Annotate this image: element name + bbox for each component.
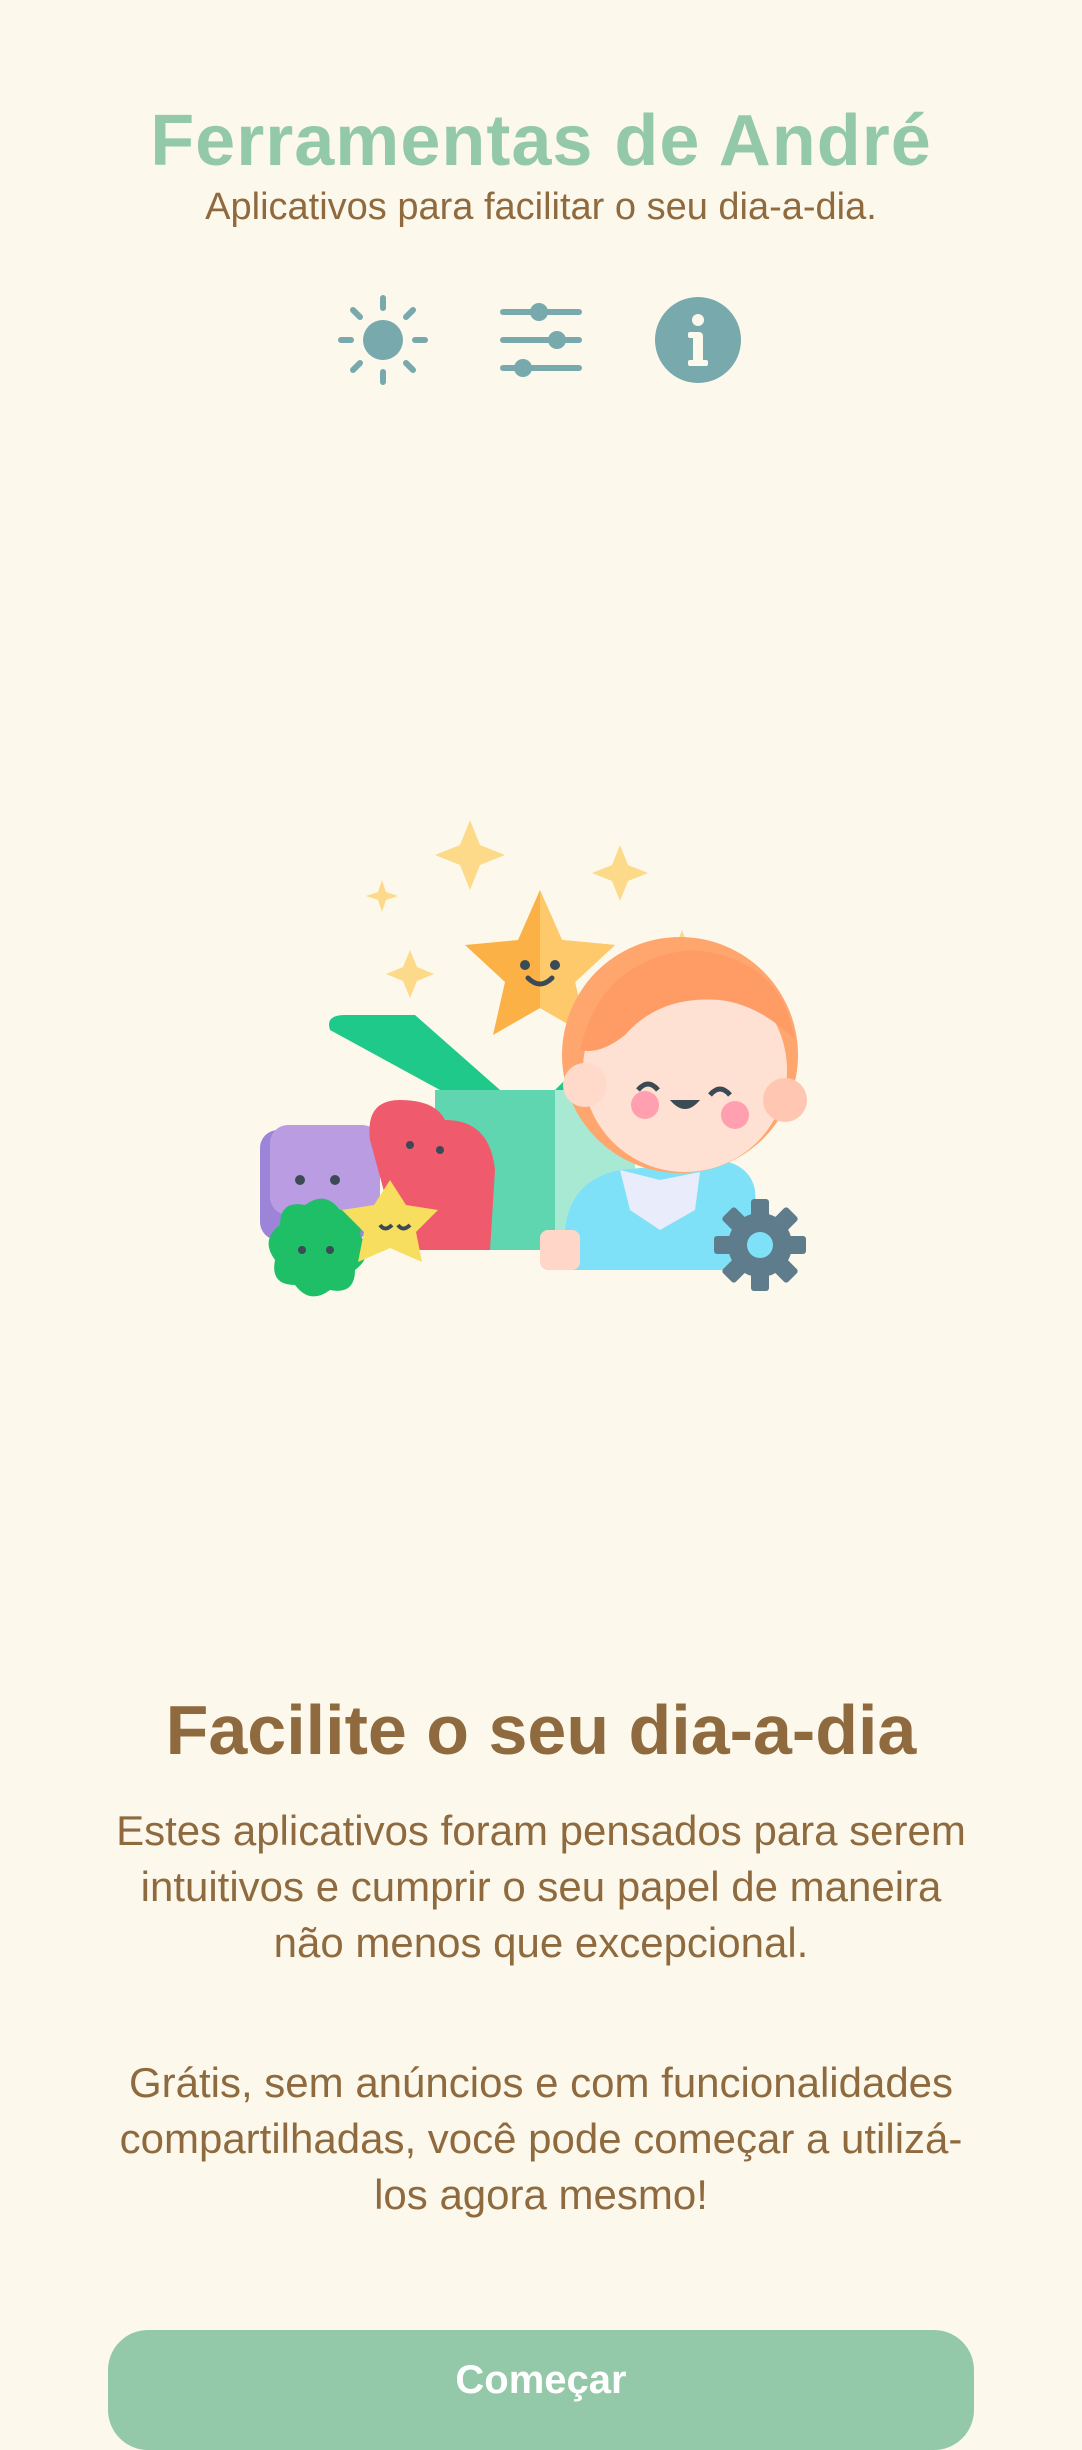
- sliders-icon: [500, 303, 582, 377]
- settings-button[interactable]: [491, 290, 591, 390]
- toolbox-characters-illustration: [260, 820, 807, 1297]
- info-icon: [655, 297, 741, 383]
- app-subtitle: Aplicativos para facilitar o seu dia-a-d…: [205, 186, 877, 228]
- theme-toggle-button[interactable]: [333, 290, 433, 390]
- app-title: Ferramentas de André: [150, 101, 932, 181]
- hero-illustration: [240, 800, 840, 1360]
- hero-paragraph-1: Estes aplicativos foram pensados para se…: [116, 1807, 966, 1966]
- sun-icon: [338, 295, 428, 385]
- info-button[interactable]: [648, 290, 748, 390]
- start-button[interactable]: Começar: [108, 2330, 974, 2450]
- hero-paragraph-2: Grátis, sem anúncios e com funcionalidad…: [119, 2059, 963, 2218]
- header-toolbar: [0, 290, 1082, 390]
- hero-title: Facilite o seu dia-a-dia: [165, 1691, 917, 1769]
